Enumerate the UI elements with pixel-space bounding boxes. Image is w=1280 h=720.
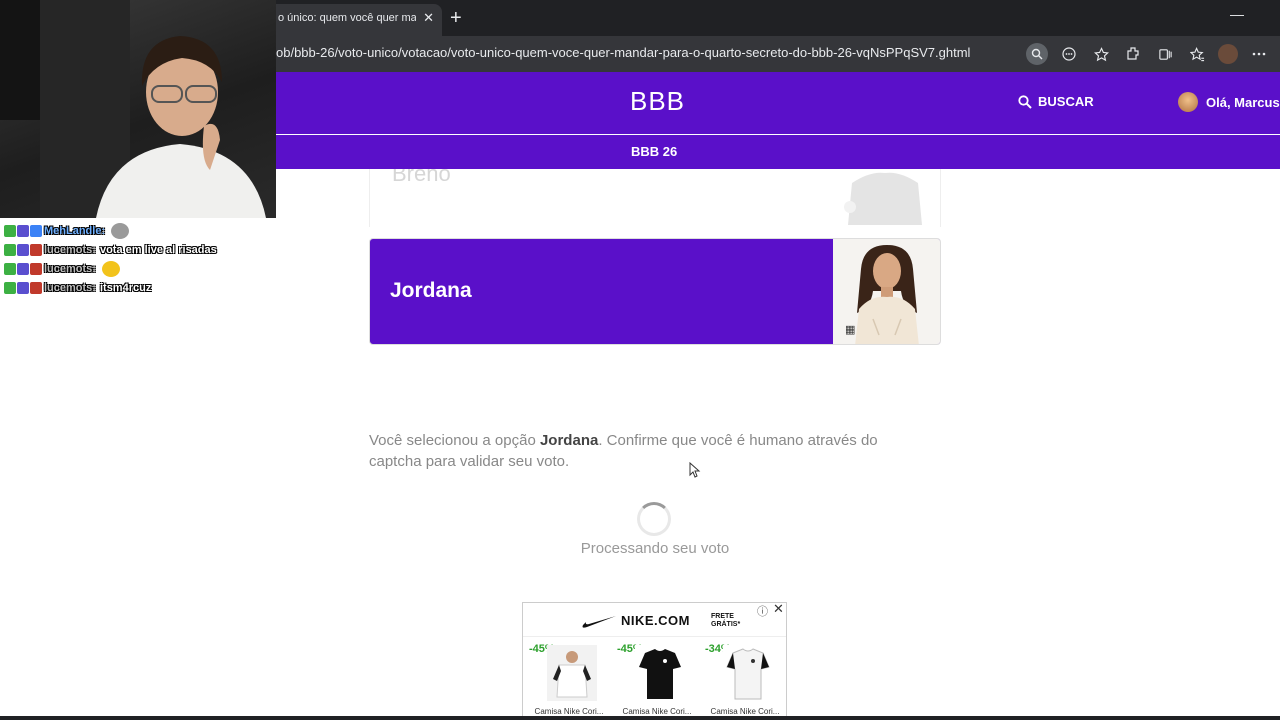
product-image [635, 645, 685, 701]
favorites-icon[interactable] [1186, 43, 1208, 65]
product-name: Camisa Nike Cori... [534, 707, 604, 716]
url-field[interactable]: ob/bbb-26/voto-unico/votacao/voto-unico-… [276, 45, 970, 60]
chat-username: lucemots: [44, 262, 96, 275]
stream-chat: MehLandle: lucemots: vota em live al ris… [4, 221, 276, 297]
search-label: BUSCAR [1038, 94, 1094, 109]
site-logo[interactable]: BBB [630, 86, 685, 117]
reader-icon[interactable] [1058, 43, 1080, 65]
screen: o único: quem você quer mandar para o qu… [0, 0, 1280, 720]
option-photo-selected: ▦ [833, 239, 940, 344]
favorite-star-icon[interactable] [1090, 43, 1112, 65]
ad-product[interactable]: -34% Camisa Nike Cori... [701, 641, 781, 717]
new-tab-button[interactable]: + [450, 6, 462, 30]
option-card-selected[interactable]: Jordana ▦ [369, 238, 941, 345]
ad-close-icon[interactable]: ✕ [773, 603, 784, 617]
product-image [723, 645, 773, 701]
ad-info-icon[interactable]: ⓘ [757, 603, 768, 619]
ad-header: NIKE.COM FRETE GRÁTIS* ⓘ ✕ [523, 603, 786, 637]
zoom-icon[interactable] [1026, 43, 1048, 65]
user-greeting: Olá, Marcus [1206, 94, 1280, 110]
option-card-previous[interactable]: Breno [369, 169, 941, 227]
search-icon [1018, 94, 1032, 109]
product-name: Camisa Nike Cori... [710, 707, 780, 716]
site-header: BBB BUSCAR Olá, Marcus [276, 72, 1280, 134]
ad-product[interactable]: -45% Camisa Nike Cori... [613, 641, 693, 717]
subnav-bbb26-link[interactable]: BBB 26 [631, 144, 677, 159]
tab-close-icon[interactable]: ✕ [423, 4, 434, 32]
ad-brand: NIKE.COM [621, 613, 690, 628]
chat-badges [4, 224, 42, 237]
advertisement[interactable]: NIKE.COM FRETE GRÁTIS* ⓘ ✕ -45% Camisa Ni… [522, 602, 787, 720]
product-name: Camisa Nike Cori... [622, 707, 692, 716]
minimize-button[interactable]: — [1230, 6, 1244, 22]
ad-free-shipping: FRETE GRÁTIS* [711, 613, 741, 628]
search-button[interactable]: BUSCAR [1018, 94, 1094, 109]
bottom-edge [0, 716, 1280, 720]
browser-tab[interactable]: o único: quem você quer mandar para o qu… [268, 4, 442, 36]
avatar [1178, 92, 1198, 112]
chat-username: MehLandle: [44, 224, 106, 237]
ad-product[interactable]: -45% Camisa Nike Cori... [525, 641, 605, 717]
menu-icon[interactable] [1248, 43, 1270, 65]
chat-message: lucemots: itsm4rcuz [4, 278, 276, 297]
chat-badges [4, 243, 42, 256]
chat-badges [4, 281, 42, 294]
nike-swoosh-icon [582, 616, 616, 628]
mouse-cursor-icon [689, 462, 701, 478]
chat-username: lucemots: [44, 281, 96, 294]
emote-icon [111, 222, 130, 239]
user-menu[interactable]: Olá, Marcus [1178, 92, 1280, 112]
chat-username: lucemots: [44, 243, 96, 256]
confirmation-message: Você selecionou a opção Jordana. Confirm… [369, 432, 878, 470]
webcam-overlay [0, 0, 276, 218]
sub-navigation: BBB 26 [276, 135, 1280, 169]
chat-text: vota em live al risadas [99, 243, 217, 256]
grid-icon: ▦ [845, 324, 856, 336]
loading-spinner [637, 502, 671, 536]
chat-badges [4, 262, 42, 275]
option-name-previous: Breno [392, 169, 451, 186]
option-name-selected: Jordana [390, 279, 472, 302]
option-photo-previous [844, 172, 922, 225]
profile-icon[interactable] [1218, 44, 1238, 64]
chat-message: lucemots: vota em live al risadas [4, 240, 276, 259]
extensions-icon[interactable] [1122, 43, 1144, 65]
product-image [547, 645, 597, 701]
emote-icon [101, 260, 120, 277]
chat-text: itsm4rcuz [99, 281, 152, 294]
toolbar-icons [1026, 43, 1270, 65]
tab-title: o único: quem você quer mandar para o qu… [278, 12, 416, 24]
collections-icon[interactable] [1154, 43, 1176, 65]
chat-message: lucemots: [4, 259, 276, 278]
processing-status: Processando seu voto [580, 540, 730, 557]
chat-message: MehLandle: [4, 221, 276, 240]
selected-option-name: Jordana [539, 432, 599, 449]
